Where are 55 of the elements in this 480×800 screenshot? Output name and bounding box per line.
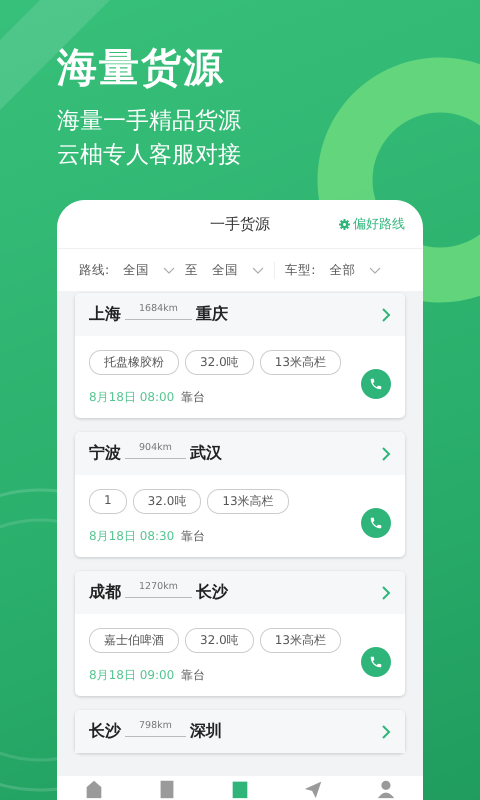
filter-dropdown[interactable]: 全国: [212, 262, 276, 278]
cargo-tag: 托盘橡胶粉: [89, 350, 179, 375]
cargo-tag: 32.0吨: [185, 350, 254, 375]
load-note: 靠台: [181, 390, 206, 404]
cargo-tag: 32.0吨: [132, 489, 202, 514]
chevron-down-icon: [252, 266, 264, 274]
cargo-tag: 32.0吨: [185, 628, 254, 653]
origin-city: 上海: [89, 304, 121, 325]
cargo-card[interactable]: 宁波 904km 武汉 1 32.0吨 13米高栏 8月18日 08:30 靠台: [75, 432, 405, 557]
filter-label: 车型:: [285, 262, 316, 278]
hero-subtitle: 海量一手精品货源: [57, 107, 242, 136]
phone-icon: [369, 377, 383, 391]
cargo-tag: 13米高栏: [260, 628, 341, 653]
gear-icon: [339, 218, 350, 230]
hero-subtitle: 云柚专人客服对接: [57, 141, 242, 170]
load-time: 8月18日 09:00: [89, 668, 174, 682]
phone-icon: [369, 516, 383, 530]
filter-dropdown[interactable]: 全部: [329, 262, 382, 278]
filter-label: 路线:: [79, 262, 110, 278]
call-button[interactable]: [361, 647, 391, 677]
hero-title: 海量货源: [57, 44, 226, 93]
distance-label: 1684km: [125, 303, 192, 320]
cargo-card[interactable]: 长沙 798km 深圳: [75, 710, 405, 753]
chevron-right-icon[interactable]: [381, 308, 391, 322]
load-note: 靠台: [181, 529, 206, 543]
filter-label: 至: [185, 262, 198, 278]
distance-label: 1270km: [125, 581, 192, 598]
chevron-right-icon[interactable]: [381, 724, 391, 738]
cargo-card[interactable]: 成都 1270km 长沙 嘉士伯啤酒 32.0吨 13米高栏 8月18日 09:00 靠台: [75, 571, 405, 696]
load-time: 8月18日 08:00: [89, 390, 174, 404]
phone-icon: [369, 655, 383, 669]
origin-city: 宁波: [89, 443, 121, 464]
load-time: 8月18日 08:30: [89, 529, 174, 543]
filter-dropdown[interactable]: 全国: [123, 262, 176, 278]
cargo-card[interactable]: 上海 1684km 重庆 托盘橡胶粉 32.0吨 13米高栏 8月18日 08:00 靠台: [75, 293, 405, 418]
chevron-down-icon: [369, 266, 382, 274]
cargo-tag: 嘉士伯啤酒: [89, 628, 179, 653]
page-title: 一手货源: [210, 214, 270, 234]
cargo-tag: 13米高栏: [260, 350, 341, 375]
distance-label: 904km: [125, 442, 186, 459]
load-note: 靠台: [181, 668, 206, 682]
cargo-tag: 1: [89, 489, 127, 514]
destination-city: 重庆: [196, 304, 228, 325]
destination-city: 长沙: [196, 582, 228, 603]
chevron-right-icon[interactable]: [381, 586, 391, 600]
chevron-right-icon[interactable]: [381, 446, 391, 460]
call-button[interactable]: [361, 508, 391, 538]
chevron-down-icon: [163, 266, 176, 274]
destination-city: 深圳: [190, 721, 222, 742]
origin-city: 长沙: [89, 721, 121, 742]
distance-label: 798km: [125, 720, 186, 737]
origin-city: 成都: [89, 582, 121, 603]
destination-city: 武汉: [190, 443, 222, 464]
call-button[interactable]: [361, 369, 391, 399]
cargo-tag: 13米高栏: [207, 489, 289, 514]
